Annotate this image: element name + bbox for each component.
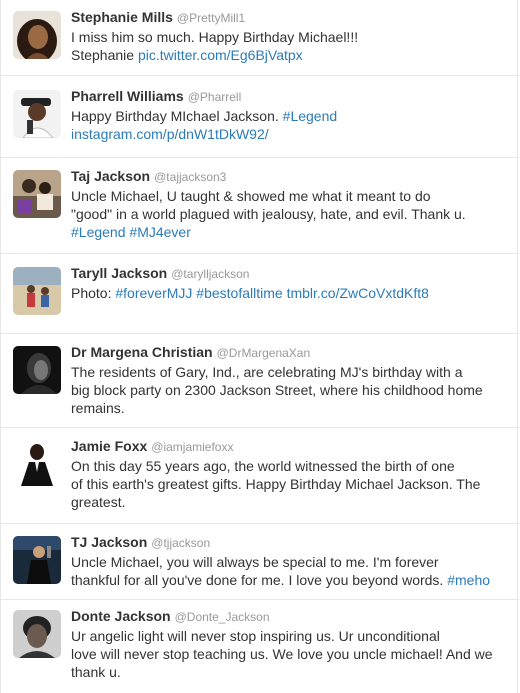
author-name[interactable]: Taryll Jackson <box>71 265 167 281</box>
author-name[interactable]: Stephanie Mills <box>71 9 173 25</box>
tweet-text-segment: thank u. <box>71 664 121 680</box>
author-handle[interactable]: @Pharrell <box>188 90 242 104</box>
author-handle[interactable]: @PrettyMill1 <box>177 11 245 25</box>
author-name[interactable]: Jamie Foxx <box>71 438 147 454</box>
tweet-text: Uncle Michael, you will always be specia… <box>71 553 509 589</box>
author-handle[interactable]: @DrMargenaXan <box>217 346 311 360</box>
url-link[interactable]: instagram.com/p/dnW1tDkW92/ <box>71 126 269 142</box>
tweet-feed: Stephanie Mills @PrettyMill1 I miss him s… <box>0 0 519 693</box>
tweet-line: "good" in a world plagued with jealousy,… <box>71 205 509 223</box>
pharrell-williams-avatar[interactable] <box>13 90 61 138</box>
tweet: Donte Jackson @Donte_Jackson Ur angelic l… <box>1 599 519 693</box>
tweet: Dr Margena Christian @DrMargenaXan The re… <box>1 333 519 427</box>
author-handle[interactable]: @iamjamiefoxx <box>151 440 233 454</box>
author-name[interactable]: Dr Margena Christian <box>71 344 213 360</box>
tweet-line: thank u. <box>71 663 509 681</box>
stephanie-mills-avatar[interactable] <box>13 11 61 59</box>
tweet-line: #Legend #MJ4ever <box>71 223 509 241</box>
author-name[interactable]: Donte Jackson <box>71 608 171 624</box>
tweet-text-segment: "good" in a world plagued with jealousy,… <box>71 206 466 222</box>
jamie-foxx-avatar[interactable] <box>13 438 61 486</box>
donte-jackson-avatar[interactable] <box>13 610 61 658</box>
tweet-line: Ur angelic light will never stop inspiri… <box>71 627 509 645</box>
tweet-line: The residents of Gary, Ind., are celebra… <box>71 363 509 381</box>
tweet-text-segment: Ur angelic light will never stop inspiri… <box>71 628 440 644</box>
tweet-text: Happy Birthday MIchael Jackson. #Legend i… <box>71 107 509 143</box>
tweet-line: instagram.com/p/dnW1tDkW92/ <box>71 125 509 143</box>
tweet-text-segment: big block party on 2300 Jackson Street, … <box>71 382 483 398</box>
author-name[interactable]: Taj Jackson <box>71 168 150 184</box>
tweet-line: Stephanie pic.twitter.com/Eg6BjVatpx <box>71 46 509 64</box>
tweet-line: remains. <box>71 399 509 417</box>
tweet-text-segment: love will never stop teaching us. We lov… <box>71 646 493 662</box>
tweet-text: Ur angelic light will never stop inspiri… <box>71 627 509 681</box>
tweet-line: love will never stop teaching us. We lov… <box>71 645 509 663</box>
author-name[interactable]: Pharrell Williams <box>71 88 184 104</box>
tweet-text-segment: The residents of Gary, Ind., are celebra… <box>71 364 463 380</box>
tweet: Taryll Jackson @tarylljackson Photo: #for… <box>1 253 519 333</box>
tweet: Taj Jackson @tajjackson3 Uncle Michael, U… <box>1 157 519 253</box>
tweet-line: greatest. <box>71 493 509 511</box>
tweet-text: Uncle Michael, U taught & showed me what… <box>71 187 509 241</box>
author-handle[interactable]: @tjjackson <box>151 536 210 550</box>
tweet: TJ Jackson @tjjackson Uncle Michael, you … <box>1 523 519 599</box>
tweet-text-segment: remains. <box>71 400 125 416</box>
tweet-text-segment: On this day 55 years ago, the world witn… <box>71 458 455 474</box>
margena-christian-avatar[interactable] <box>13 346 61 394</box>
tweet-text: Photo: #foreverMJJ #bestofalltime tmblr.… <box>71 284 509 302</box>
tweet-line: On this day 55 years ago, the world witn… <box>71 457 509 475</box>
author-handle[interactable]: @Donte_Jackson <box>175 610 270 624</box>
hashtag-link[interactable]: #MJ4ever <box>129 224 190 240</box>
tweet-line: big block party on 2300 Jackson Street, … <box>71 381 509 399</box>
hashtag-link[interactable]: #bestofalltime <box>196 285 282 301</box>
tj-jackson-avatar[interactable] <box>13 536 61 584</box>
author-name[interactable]: TJ Jackson <box>71 534 147 550</box>
tweet: Jamie Foxx @iamjamiefoxx On this day 55 y… <box>1 427 519 523</box>
author-handle[interactable]: @tarylljackson <box>171 267 249 281</box>
tweet-text-segment: Photo: <box>71 285 116 301</box>
tweet: Pharrell Williams @Pharrell Happy Birthda… <box>1 75 519 157</box>
hashtag-link[interactable]: #Legend <box>71 224 126 240</box>
taryll-jackson-avatar[interactable] <box>13 267 61 315</box>
tweet-text: I miss him so much. Happy Birthday Micha… <box>71 28 509 64</box>
tweet-line: I miss him so much. Happy Birthday Micha… <box>71 28 509 46</box>
tweet-text-segment: thankful for all you've done for me. I l… <box>71 572 448 588</box>
tweet-text: The residents of Gary, Ind., are celebra… <box>71 363 509 417</box>
hashtag-link[interactable]: #meho <box>447 572 490 588</box>
author-handle[interactable]: @tajjackson3 <box>154 170 226 184</box>
tweet-line: Happy Birthday MIchael Jackson. #Legend <box>71 107 509 125</box>
tweet-text-segment: Uncle Michael, you will always be specia… <box>71 554 439 570</box>
tweet-line: of this earth's greatest gifts. Happy Bi… <box>71 475 509 493</box>
url-link[interactable]: tmblr.co/ZwCoVxtdKft8 <box>287 285 429 301</box>
tweet-text-segment: Happy Birthday MIchael Jackson. <box>71 108 283 124</box>
tweet-line: thankful for all you've done for me. I l… <box>71 571 509 589</box>
tweet-text-segment: Uncle Michael, U taught & showed me what… <box>71 188 431 204</box>
tweet-line: Photo: #foreverMJJ #bestofalltime tmblr.… <box>71 284 509 302</box>
tweet-text: On this day 55 years ago, the world witn… <box>71 457 509 511</box>
taj-jackson-avatar[interactable] <box>13 170 61 218</box>
tweet-line: Uncle Michael, U taught & showed me what… <box>71 187 509 205</box>
hashtag-link[interactable]: #foreverMJJ <box>115 285 192 301</box>
tweet-text-segment: of this earth's greatest gifts. Happy Bi… <box>71 476 481 492</box>
hashtag-link[interactable]: #Legend <box>283 108 338 124</box>
tweet-text-segment: greatest. <box>71 494 126 510</box>
tweet-text-segment: I miss him so much. Happy Birthday Micha… <box>71 29 359 45</box>
tweet-line: Uncle Michael, you will always be specia… <box>71 553 509 571</box>
tweet: Stephanie Mills @PrettyMill1 I miss him s… <box>1 0 519 75</box>
tweet-text-segment: Stephanie <box>71 47 138 63</box>
url-link[interactable]: pic.twitter.com/Eg6BjVatpx <box>138 47 303 63</box>
